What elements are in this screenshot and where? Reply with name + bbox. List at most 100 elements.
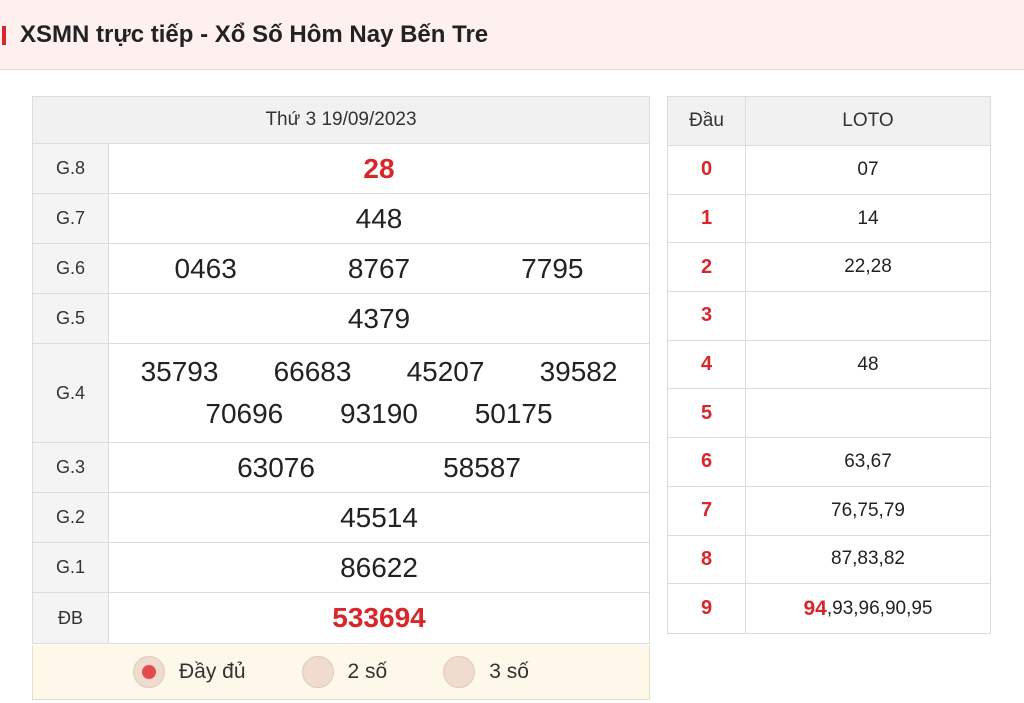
loto-values: 63,67 <box>746 438 990 486</box>
loto-highlight: 94 <box>803 596 827 620</box>
prize-label: G.6 <box>33 244 109 293</box>
prize-label: G.1 <box>33 543 109 592</box>
prize-number: 8767 <box>347 252 411 284</box>
page-title: XSMN trực tiếp - Xổ Số Hôm Nay Bến Tre <box>20 21 489 48</box>
loto-values: 07 <box>746 146 990 194</box>
prize-number: 50175 <box>474 398 553 429</box>
prize-numbers: 35793 66683 45207 39582 70696 93190 5017… <box>109 344 649 442</box>
prize-label: G.2 <box>33 493 109 542</box>
loto-row: 1 14 <box>668 194 990 244</box>
prize-number: 93190 <box>340 398 418 429</box>
prize-number: 35793 <box>140 356 219 387</box>
loto-rest: 14 <box>857 207 879 229</box>
loto-row: 5 <box>668 389 990 439</box>
loto-row: 9 94,93,96,90,95 <box>668 584 990 633</box>
prize-row-g3: G.3 63076 58587 <box>33 443 649 493</box>
prize-number: 0463 <box>174 252 237 284</box>
loto-row: 7 76,75,79 <box>668 486 990 536</box>
prize-label: G.5 <box>33 294 109 343</box>
loto-dau: 8 <box>668 535 746 584</box>
loto-dau: 1 <box>668 194 746 243</box>
prize-label: G.8 <box>33 144 109 193</box>
loto-dau: 3 <box>668 292 746 340</box>
prize-number: 58587 <box>443 451 521 483</box>
loto-values: 14 <box>746 195 990 243</box>
special-prize-number: 533694 <box>332 602 426 633</box>
prize-row-g2: G.2 45514 <box>33 493 649 543</box>
display-options: Đầy đủ 2 số 3 số <box>32 645 650 700</box>
option-label: Đầy đủ <box>179 660 246 683</box>
page-header: XSMN trực tiếp - Xổ Số Hôm Nay Bến Tre <box>0 0 1024 70</box>
loto-rest: 87,83,82 <box>831 548 905 570</box>
prize-number: 86622 <box>340 551 418 583</box>
prize-numbers: 448 <box>109 194 649 243</box>
prize-numbers: 533694 <box>109 593 649 643</box>
prize-number: 70696 <box>205 398 284 429</box>
loto-rest: ,93,96,90,95 <box>826 597 933 619</box>
draw-date: Thứ 3 19/09/2023 <box>33 97 649 144</box>
loto-dau: 9 <box>668 584 746 633</box>
prize-label: G.3 <box>33 443 109 492</box>
loto-rest: 07 <box>857 158 879 180</box>
loto-values: 76,75,79 <box>746 487 990 535</box>
prize-number: 4379 <box>347 302 411 334</box>
loto-head-loto: LOTO <box>842 110 894 131</box>
prize-numbers: 0463 8767 7795 <box>109 244 649 293</box>
loto-dau: 6 <box>668 438 746 486</box>
prize-number: 45514 <box>340 501 418 533</box>
loto-row: 2 22,28 <box>668 243 990 293</box>
loto-row: 8 87,83,82 <box>668 535 990 585</box>
prize-number: 45207 <box>406 356 485 387</box>
prize-label: G.4 <box>33 344 109 442</box>
loto-dau: 0 <box>668 146 746 194</box>
loto-dau: 4 <box>668 340 746 389</box>
prize-row-g7: G.7 448 <box>33 194 649 244</box>
loto-values <box>746 389 990 437</box>
prize-number: 448 <box>355 202 403 234</box>
loto-row: 6 63,67 <box>668 438 990 487</box>
prize-row-g6: G.6 0463 8767 7795 <box>33 244 649 294</box>
prize-numbers: 45514 <box>109 493 649 542</box>
prize-numbers: 28 <box>109 144 649 193</box>
results-table: Thứ 3 19/09/2023 G.8 28 G.7 448 G.6 0463… <box>32 96 650 644</box>
loto-rest: 22,28 <box>844 256 892 278</box>
option-label: 3 số <box>489 660 529 683</box>
loto-head-dau: Đầu <box>668 97 746 145</box>
prize-row-g1: G.1 86622 <box>33 543 649 593</box>
loto-dau: 2 <box>668 243 746 292</box>
loto-table: Đầu LOTO 0 07 1 14 2 22,28 3 4 48 5 6 63… <box>667 96 991 634</box>
loto-values: 48 <box>746 341 990 389</box>
option-label: 2 số <box>347 660 388 683</box>
loto-values: 87,83,82 <box>746 536 990 584</box>
loto-values <box>746 292 990 340</box>
option-full[interactable]: Đầy đủ <box>133 656 246 688</box>
loto-header-row: Đầu LOTO <box>668 97 990 146</box>
prize-number: 28 <box>363 152 395 184</box>
loto-values: 94,93,96,90,95 <box>746 584 990 633</box>
loto-row: 3 <box>668 292 990 341</box>
radio-button[interactable] <box>133 656 165 688</box>
radio-button[interactable] <box>443 656 476 688</box>
prize-numbers: 4379 <box>109 294 649 343</box>
header-accent-bar <box>2 26 6 45</box>
loto-dau: 5 <box>668 389 746 438</box>
radio-button[interactable] <box>301 656 334 688</box>
prize-number: 66683 <box>273 356 352 387</box>
prize-row-g4: G.4 35793 66683 45207 39582 70696 93190 … <box>33 344 649 443</box>
prize-row-special: ĐB 533694 <box>33 593 649 643</box>
option-2-digits[interactable]: 2 số <box>301 656 388 688</box>
option-3-digits[interactable]: 3 số <box>443 656 529 688</box>
prize-numbers: 63076 58587 <box>109 443 649 492</box>
prize-label: ĐB <box>33 593 109 643</box>
prize-number: 39582 <box>539 356 618 387</box>
prize-numbers: 86622 <box>109 543 649 592</box>
loto-row: 4 48 <box>668 340 990 390</box>
loto-dau: 7 <box>668 486 746 535</box>
prize-number: 7795 <box>521 252 584 284</box>
prize-row-g8: G.8 28 <box>33 144 649 194</box>
loto-rest: 48 <box>857 353 879 375</box>
prize-label: G.7 <box>33 194 109 243</box>
prize-number: 63076 <box>237 451 315 483</box>
loto-rest: 63,67 <box>844 450 892 472</box>
prize-row-g5: G.5 4379 <box>33 294 649 344</box>
